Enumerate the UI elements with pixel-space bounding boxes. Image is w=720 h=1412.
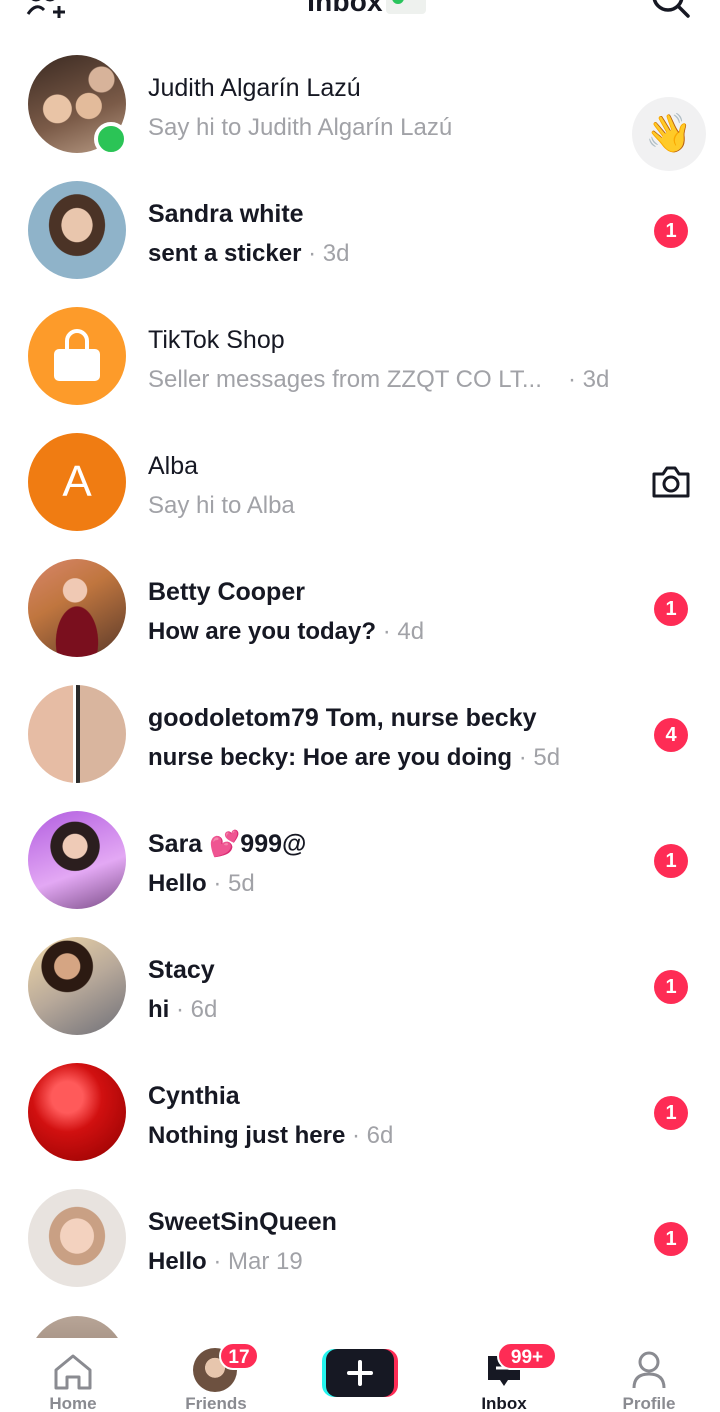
unread-badge: 1 bbox=[654, 214, 688, 248]
create-button[interactable] bbox=[322, 1349, 398, 1397]
avatar bbox=[28, 181, 126, 279]
contact-name: Betty Cooper bbox=[148, 578, 305, 606]
conversation-row[interactable]: Betty Cooper How are you today? · 4d 1 bbox=[0, 534, 720, 660]
nav-friends[interactable]: Friends 17 bbox=[161, 1338, 271, 1412]
contact-name: Stacy bbox=[148, 956, 215, 984]
friends-badge: 17 bbox=[219, 1342, 259, 1370]
message-preview: Seller messages from ZZQT CO LT... bbox=[148, 366, 542, 393]
home-icon bbox=[54, 1354, 92, 1390]
unread-badge: 1 bbox=[654, 1096, 688, 1130]
contact-name: TikTok Shop bbox=[148, 326, 285, 354]
page-title: Inbox bbox=[307, 0, 383, 17]
unread-badge: 4 bbox=[654, 718, 688, 752]
contact-name: Judith Algarín Lazú bbox=[148, 74, 361, 102]
message-preview: nurse becky: Hoe are you doing · 5d bbox=[148, 744, 561, 771]
contact-name: goodoletom79 Tom, nurse becky bbox=[148, 704, 537, 732]
unread-badge: 1 bbox=[654, 970, 688, 1004]
contact-name: Cynthia bbox=[148, 1082, 240, 1110]
bottom-navigation: Home Friends 17 Inbox 99+ Profile bbox=[0, 1338, 720, 1412]
conversation-row[interactable]: SweetSinQueen Hello · Mar 19 1 bbox=[0, 1164, 720, 1290]
message-preview: How are you today? · 4d bbox=[148, 618, 425, 645]
message-preview: Hello · 5d bbox=[148, 870, 255, 897]
online-status-icon[interactable] bbox=[386, 0, 426, 14]
message-preview: Nothing just here · 6d bbox=[148, 1122, 394, 1149]
nav-inbox[interactable]: Inbox 99+ bbox=[449, 1338, 559, 1412]
nav-home[interactable]: Home bbox=[18, 1338, 128, 1412]
unread-badge: 1 bbox=[654, 592, 688, 626]
nav-profile[interactable]: Profile bbox=[594, 1338, 704, 1412]
avatar bbox=[28, 307, 126, 405]
conversation-row[interactable]: Sara 💕999@ Hello · 5d 1 bbox=[0, 786, 720, 912]
message-time: · 3d bbox=[568, 366, 610, 393]
message-preview: Hello · Mar 19 bbox=[148, 1248, 303, 1275]
avatar bbox=[28, 559, 126, 657]
search-icon[interactable] bbox=[650, 0, 690, 24]
avatar: A bbox=[28, 433, 126, 531]
nav-friends-label: Friends bbox=[185, 1394, 247, 1412]
avatar bbox=[28, 1063, 126, 1161]
conversation-row[interactable]: Sandra white sent a sticker · 3d 1 bbox=[0, 156, 720, 282]
avatar bbox=[28, 1189, 126, 1287]
inbox-header: Inbox bbox=[0, 0, 720, 30]
inbox-badge: 99+ bbox=[497, 1342, 557, 1370]
shopping-bag-icon bbox=[54, 329, 100, 381]
online-indicator bbox=[94, 122, 128, 156]
avatar bbox=[28, 685, 126, 783]
message-preview: Say hi to Judith Algarín Lazú bbox=[148, 114, 453, 141]
conversation-row[interactable]: goodoletom79 Tom, nurse becky nurse beck… bbox=[0, 660, 720, 786]
contact-name: Alba bbox=[148, 452, 199, 480]
contact-name: Sara 💕999@ bbox=[148, 830, 307, 858]
contact-name: Sandra white bbox=[148, 200, 304, 228]
conversation-row[interactable]: A Alba Say hi to Alba bbox=[0, 408, 720, 534]
avatar bbox=[28, 811, 126, 909]
conversation-row[interactable]: TikTok Shop Seller messages from ZZQT CO… bbox=[0, 282, 720, 408]
message-preview: hi · 6d bbox=[148, 996, 218, 1023]
nav-profile-label: Profile bbox=[622, 1394, 676, 1412]
avatar bbox=[28, 937, 126, 1035]
plus-icon bbox=[347, 1360, 373, 1386]
contact-name: SweetSinQueen bbox=[148, 1208, 337, 1236]
nav-inbox-label: Inbox bbox=[481, 1394, 527, 1412]
unread-badge: 1 bbox=[654, 1222, 688, 1256]
profile-icon bbox=[632, 1351, 666, 1389]
conversation-row[interactable]: Stacy hi · 6d 1 bbox=[0, 912, 720, 1038]
message-preview: Say hi to Alba bbox=[148, 492, 295, 519]
camera-icon[interactable] bbox=[650, 464, 692, 500]
nav-home-label: Home bbox=[49, 1394, 97, 1412]
message-preview: sent a sticker · 3d bbox=[148, 240, 350, 267]
conversation-row[interactable]: Cynthia Nothing just here · 6d 1 bbox=[0, 1038, 720, 1164]
unread-badge: 1 bbox=[654, 844, 688, 878]
